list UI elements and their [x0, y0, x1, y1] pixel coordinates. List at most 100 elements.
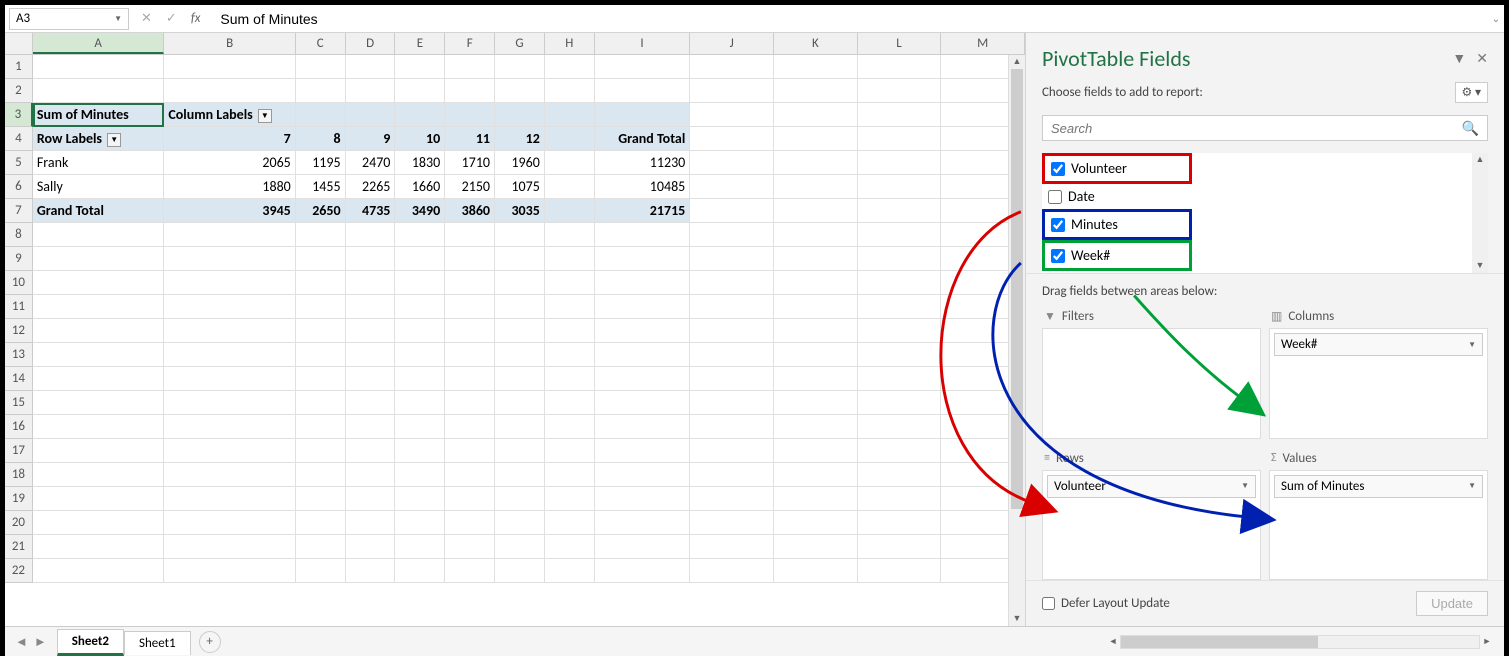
cell[interactable]	[164, 271, 295, 295]
cell[interactable]	[33, 559, 164, 583]
cell[interactable]	[774, 223, 858, 247]
cell[interactable]	[774, 439, 858, 463]
cell[interactable]	[595, 391, 691, 415]
cell[interactable]	[346, 295, 396, 319]
pivot-grand-value[interactable]: 2650	[296, 199, 346, 223]
filters-area[interactable]: ▼Filters	[1042, 305, 1261, 439]
cell[interactable]	[445, 511, 495, 535]
cell[interactable]	[445, 319, 495, 343]
cancel-icon[interactable]: ✕	[141, 11, 152, 26]
cell[interactable]	[395, 559, 445, 583]
horizontal-scrollbar[interactable]: ◄ ►	[231, 635, 1494, 649]
cell[interactable]	[595, 415, 691, 439]
cell[interactable]	[164, 367, 295, 391]
field-checkbox[interactable]	[1051, 162, 1065, 176]
scroll-down-icon[interactable]: ▼	[1009, 612, 1025, 626]
cell[interactable]	[495, 295, 545, 319]
cell[interactable]	[395, 391, 445, 415]
cell[interactable]	[164, 511, 295, 535]
cell[interactable]	[395, 415, 445, 439]
cell[interactable]	[164, 415, 295, 439]
cell[interactable]	[296, 271, 346, 295]
cell[interactable]	[690, 271, 774, 295]
cell[interactable]	[395, 343, 445, 367]
gear-icon[interactable]: ⚙ ▾	[1455, 82, 1489, 103]
cell[interactable]	[346, 223, 396, 247]
field-dropdown-icon[interactable]: ▼	[1468, 481, 1476, 491]
cell[interactable]	[595, 487, 691, 511]
cell[interactable]	[690, 391, 774, 415]
pivot-col-header[interactable]: 7	[164, 127, 295, 151]
cell[interactable]	[545, 367, 595, 391]
values-area[interactable]: ΣValues Sum of Minutes ▼	[1269, 447, 1488, 581]
pivot-row-label[interactable]: Sally	[33, 175, 164, 199]
cell[interactable]	[33, 55, 164, 79]
pivot-grand-total[interactable]: 21715	[595, 199, 691, 223]
sheet-tab-active[interactable]: Sheet2	[57, 629, 124, 656]
pivot-value[interactable]: 1960	[495, 151, 545, 175]
cell[interactable]	[164, 391, 295, 415]
cell[interactable]	[495, 343, 545, 367]
cell[interactable]	[164, 247, 295, 271]
cell[interactable]	[495, 319, 545, 343]
cell[interactable]	[774, 343, 858, 367]
cell[interactable]	[690, 463, 774, 487]
pivot-value[interactable]: 2065	[164, 151, 295, 175]
cell[interactable]	[595, 511, 691, 535]
col-header-M[interactable]: M	[941, 33, 1025, 54]
cell[interactable]	[595, 463, 691, 487]
field-list-scrollbar[interactable]: ▲ ▼	[1472, 153, 1488, 273]
cell[interactable]	[495, 487, 545, 511]
cell[interactable]	[164, 295, 295, 319]
cell[interactable]	[346, 463, 396, 487]
cell[interactable]	[690, 559, 774, 583]
cell[interactable]	[445, 439, 495, 463]
cell[interactable]	[164, 463, 295, 487]
cell[interactable]	[296, 487, 346, 511]
row-header[interactable]: 3	[5, 103, 33, 127]
cell[interactable]	[445, 487, 495, 511]
cell[interactable]	[858, 559, 942, 583]
cell[interactable]	[858, 535, 942, 559]
column-labels-dropdown-icon[interactable]: ▼	[258, 109, 272, 123]
pivot-value[interactable]: 1455	[296, 175, 346, 199]
cell[interactable]	[445, 343, 495, 367]
pivot-value[interactable]: 1710	[445, 151, 495, 175]
cell[interactable]	[346, 271, 396, 295]
columns-dropzone[interactable]: Week# ▼	[1269, 328, 1488, 439]
cell[interactable]	[690, 535, 774, 559]
row-header[interactable]: 1	[5, 55, 33, 79]
cell[interactable]	[495, 559, 545, 583]
cell[interactable]	[33, 391, 164, 415]
cell[interactable]	[346, 367, 396, 391]
cell[interactable]	[858, 247, 942, 271]
pivot-value[interactable]: 1830	[395, 151, 445, 175]
cell[interactable]	[33, 415, 164, 439]
row-header[interactable]: 5	[5, 151, 33, 175]
cell[interactable]	[495, 367, 545, 391]
cell[interactable]	[495, 415, 545, 439]
cell[interactable]	[445, 271, 495, 295]
cell[interactable]	[395, 271, 445, 295]
pivot-value[interactable]: 1660	[395, 175, 445, 199]
columns-area[interactable]: ▥Columns Week# ▼	[1269, 305, 1488, 439]
cell[interactable]	[690, 247, 774, 271]
field-dropdown-icon[interactable]: ▼	[1468, 340, 1476, 350]
cell[interactable]	[858, 463, 942, 487]
col-header-C[interactable]: C	[296, 33, 346, 54]
cell[interactable]	[395, 487, 445, 511]
cell[interactable]	[164, 535, 295, 559]
cell[interactable]	[495, 271, 545, 295]
cell[interactable]	[164, 559, 295, 583]
pivot-col-header[interactable]: 10	[395, 127, 445, 151]
cell[interactable]	[545, 295, 595, 319]
cell[interactable]	[774, 559, 858, 583]
row-header[interactable]: 17	[5, 439, 33, 463]
pivot-value[interactable]: 1075	[495, 175, 545, 199]
cell[interactable]	[774, 535, 858, 559]
cell[interactable]	[33, 511, 164, 535]
cell[interactable]	[296, 511, 346, 535]
cell[interactable]	[33, 367, 164, 391]
cell[interactable]	[858, 295, 942, 319]
cell[interactable]	[545, 439, 595, 463]
